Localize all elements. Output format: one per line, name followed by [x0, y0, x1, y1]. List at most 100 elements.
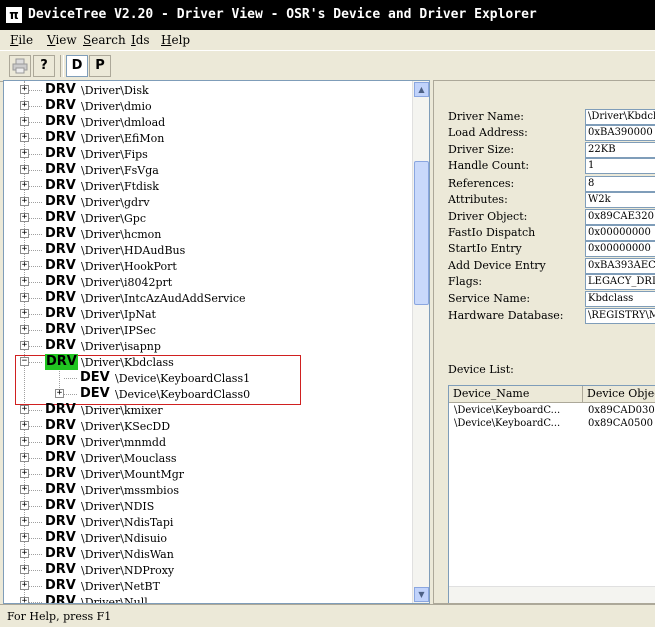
scroll-down-button[interactable]: ▼ [414, 587, 429, 602]
tree-item-driver[interactable]: + DRV \Driver\FsVga [4, 162, 414, 178]
expand-icon[interactable]: + [20, 309, 29, 318]
tree-item-driver[interactable]: + DRV \Driver\HookPort [4, 258, 414, 274]
expand-icon[interactable]: + [20, 293, 29, 302]
tree-item-driver[interactable]: + DRV \Driver\NdisTapi [4, 514, 414, 530]
expand-icon[interactable]: + [20, 101, 29, 110]
tree-item-driver[interactable]: + DRV \Driver\NetBT [4, 578, 414, 594]
tree-item-driver[interactable]: + DRV \Driver\Mouclass [4, 450, 414, 466]
tree-item-driver[interactable]: + DRV \Driver\hcmon [4, 226, 414, 242]
property-value-field[interactable]: 0x00000000 [585, 241, 655, 257]
expand-icon[interactable]: + [20, 117, 29, 126]
menu-view[interactable]: View [47, 33, 77, 47]
device-list-row[interactable]: \Device\KeyboardC... 0x89CA0500 [449, 417, 655, 430]
tree-item-driver[interactable]: + DRV \Driver\Fips [4, 146, 414, 162]
tree-item-driver[interactable]: + DRV \Driver\mssmbios [4, 482, 414, 498]
device-list[interactable]: Device_Name Device Object \Device\Keyboa… [448, 385, 655, 603]
expand-icon[interactable]: + [20, 277, 29, 286]
expand-icon[interactable]: + [20, 245, 29, 254]
expand-icon[interactable]: + [20, 133, 29, 142]
expand-icon[interactable]: + [20, 341, 29, 350]
driver-view-button[interactable]: D [66, 55, 88, 77]
property-value-field[interactable]: Kbdclass [585, 291, 655, 307]
tree-item-driver[interactable]: + DRV \Driver\mnmdd [4, 434, 414, 450]
tree-item-driver[interactable]: + DRV \Driver\EfiMon [4, 130, 414, 146]
property-value-field[interactable]: 8 [585, 176, 655, 192]
expand-icon[interactable]: + [20, 405, 29, 414]
expand-icon[interactable]: + [20, 181, 29, 190]
tree-item-driver[interactable]: + DRV \Driver\NDIS [4, 498, 414, 514]
tree-item-driver[interactable]: + DRV \Driver\HDAudBus [4, 242, 414, 258]
tree-item-driver[interactable]: + DRV \Driver\Null [4, 594, 414, 603]
device-list-horizontal-scrollbar[interactable] [449, 586, 655, 603]
tree-item-driver[interactable]: + DRV \Driver\kmixer [4, 402, 414, 418]
property-value-field[interactable]: 0x00000000 [585, 225, 655, 241]
column-device-object[interactable]: Device Object [583, 386, 655, 402]
column-device-name[interactable]: Device_Name [449, 386, 583, 402]
expand-icon[interactable]: + [20, 501, 29, 510]
tree-item-driver[interactable]: + DRV \Driver\dmio [4, 98, 414, 114]
expand-icon[interactable]: + [20, 213, 29, 222]
property-value-field[interactable]: \Driver\Kbdclass [585, 109, 655, 125]
menu-file[interactable]: File [10, 33, 33, 47]
tree-item-driver[interactable]: + DRV \Driver\IPSec [4, 322, 414, 338]
tree-item-driver[interactable]: + DRV \Driver\MountMgr [4, 466, 414, 482]
tree-vertical-scrollbar[interactable]: ▲ ▼ [412, 81, 429, 603]
tree-item-driver[interactable]: + DRV \Driver\Disk [4, 82, 414, 98]
property-value-field[interactable]: 0xBA393AEC [585, 258, 655, 274]
pnp-view-button[interactable]: P [89, 55, 111, 77]
expand-icon[interactable]: + [20, 165, 29, 174]
tree-connector [29, 266, 42, 267]
scroll-thumb[interactable] [414, 161, 429, 305]
expand-icon[interactable]: + [20, 565, 29, 574]
property-value-field[interactable]: LEGACY_DRIVER [585, 274, 655, 290]
tree-item-device[interactable]: + DEV \Device\KeyboardClass0 [4, 386, 414, 402]
tree-item-driver[interactable]: + DRV \Driver\Ftdisk [4, 178, 414, 194]
property-value-field[interactable]: 22KB [585, 142, 655, 158]
expand-icon[interactable]: + [20, 149, 29, 158]
expand-icon[interactable]: + [20, 85, 29, 94]
tree-item-driver[interactable]: + DRV \Driver\KSecDD [4, 418, 414, 434]
expand-icon[interactable]: + [20, 421, 29, 430]
expand-icon[interactable]: + [20, 533, 29, 542]
expand-icon[interactable]: + [20, 485, 29, 494]
tree-item-driver[interactable]: + DRV \Driver\Ndisuio [4, 530, 414, 546]
expand-icon[interactable]: + [20, 197, 29, 206]
expand-icon[interactable]: + [20, 517, 29, 526]
property-value-field[interactable]: 0xBA390000 [585, 125, 655, 141]
collapse-icon[interactable]: − [20, 357, 29, 366]
tree-item-driver[interactable]: + DRV \Driver\IntcAzAudAddService [4, 290, 414, 306]
tree-item-driver[interactable]: + DRV \Driver\i8042prt [4, 274, 414, 290]
menu-search[interactable]: Search [83, 33, 126, 47]
tree-item-driver[interactable]: + DRV \Driver\dmload [4, 114, 414, 130]
scroll-up-button[interactable]: ▲ [414, 82, 429, 97]
menu-ids[interactable]: Ids [131, 33, 150, 47]
property-value-field[interactable]: 1 [585, 158, 655, 174]
tree-item-driver[interactable]: + DRV \Driver\Gpc [4, 210, 414, 226]
help-button[interactable]: ? [33, 55, 55, 77]
expand-icon[interactable]: + [20, 581, 29, 590]
tree-item-driver[interactable]: + DRV \Driver\gdrv [4, 194, 414, 210]
expand-icon[interactable]: + [20, 261, 29, 270]
property-value-field[interactable]: 0x89CAE320 [585, 209, 655, 225]
expand-icon[interactable]: + [20, 437, 29, 446]
tree-item-driver[interactable]: + DRV \Driver\isapnp [4, 338, 414, 354]
tree-item-driver[interactable]: + DRV \Driver\NdisWan [4, 546, 414, 562]
tree-item-driver[interactable]: + DRV \Driver\IpNat [4, 306, 414, 322]
expand-icon[interactable]: + [20, 453, 29, 462]
menu-help[interactable]: Help [161, 33, 190, 47]
expand-icon[interactable]: + [20, 325, 29, 334]
printer-icon[interactable] [9, 55, 31, 77]
tree-item-driver[interactable]: − DRV \Driver\Kbdclass [4, 354, 414, 370]
property-value-field[interactable]: \REGISTRY\MACHINE [585, 308, 655, 324]
expand-icon[interactable]: + [20, 597, 29, 603]
tree-item-device[interactable]: DEV \Device\KeyboardClass1 [4, 370, 414, 386]
device-list-row[interactable]: \Device\KeyboardC... 0x89CAD030 [449, 404, 655, 417]
expand-icon[interactable]: + [55, 389, 64, 398]
expand-icon[interactable]: + [20, 229, 29, 238]
expand-icon[interactable]: + [20, 549, 29, 558]
property-value-field[interactable]: W2k [585, 192, 655, 208]
pi-icon[interactable]: π [6, 7, 22, 23]
driver-tree[interactable]: ▲ ▼ + DRV \Driver\Disk + DRV \Driver\dmio + DRV… [3, 80, 430, 604]
expand-icon[interactable]: + [20, 469, 29, 478]
tree-item-driver[interactable]: + DRV \Driver\NDProxy [4, 562, 414, 578]
